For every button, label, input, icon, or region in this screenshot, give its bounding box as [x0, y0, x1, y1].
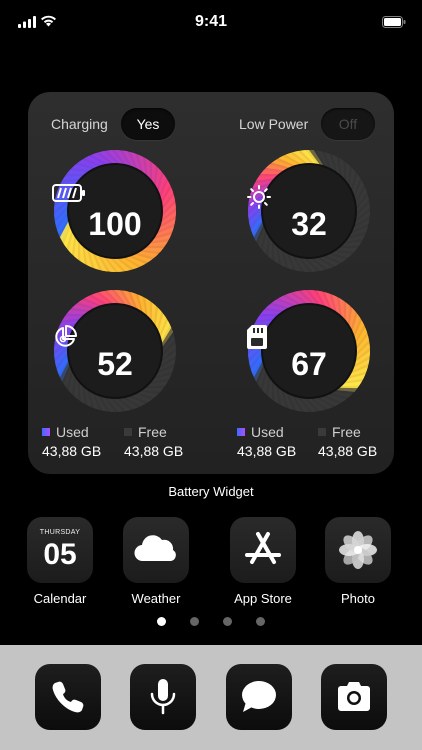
- dock-phone[interactable]: [35, 664, 101, 730]
- used-legend-right: Used 43,88 GB: [237, 424, 296, 459]
- app-label: Calendar: [33, 591, 87, 606]
- phone-icon: [52, 681, 84, 713]
- gauge-value: 67: [291, 346, 327, 382]
- page-dot[interactable]: [157, 617, 166, 626]
- app-label: App Store: [234, 591, 292, 606]
- dock: [0, 645, 422, 750]
- page-dot[interactable]: [190, 617, 199, 626]
- calendar-icon[interactable]: THURSDAY 05: [27, 517, 93, 583]
- message-icon: [242, 681, 276, 712]
- used-swatch: [42, 428, 50, 437]
- gauge-value: 100: [88, 206, 142, 242]
- free-swatch: [124, 428, 132, 437]
- app-label: Photo: [341, 591, 375, 606]
- dock-messages[interactable]: [226, 664, 292, 730]
- used-swatch: [237, 428, 245, 437]
- gauge-value: 32: [291, 206, 327, 242]
- dock-camera[interactable]: [321, 664, 387, 730]
- app-app-store[interactable]: App Store: [230, 517, 296, 606]
- calendar-weekday: THURSDAY: [39, 529, 81, 536]
- app-tile[interactable]: [230, 517, 296, 583]
- free-legend-left: Free 43,88 GB: [124, 424, 183, 459]
- free-label: Free: [332, 424, 361, 440]
- status-bar: 9:41: [0, 0, 422, 44]
- camera-icon: [338, 682, 370, 711]
- battery-icon: [52, 184, 85, 202]
- storage-gauge: 52: [52, 288, 178, 414]
- free-swatch: [318, 428, 326, 437]
- page-dot[interactable]: [256, 617, 265, 626]
- flower-icon: [339, 531, 377, 569]
- sd-card-gauge: 67: [246, 288, 372, 414]
- widget-caption: Battery Widget: [168, 484, 254, 499]
- app-weather[interactable]: Weather: [123, 517, 189, 606]
- status-battery-icon: [382, 16, 406, 28]
- page-indicator[interactable]: [0, 617, 422, 629]
- low-power-toggle[interactable]: Off: [321, 108, 375, 140]
- low-power-label: Low Power: [239, 116, 309, 132]
- used-label: Used: [56, 424, 89, 440]
- microphone-icon: [150, 679, 176, 715]
- app-store-icon: [245, 532, 281, 564]
- status-time: 9:41: [194, 13, 228, 30]
- free-value: 43,88 GB: [318, 443, 378, 459]
- used-legend-left: Used 43,88 GB: [42, 424, 101, 459]
- cloud-icon: [134, 535, 176, 562]
- charging-label: Charging: [51, 116, 108, 132]
- used-label: Used: [251, 424, 284, 440]
- used-value: 43,88 GB: [237, 443, 297, 459]
- free-label: Free: [138, 424, 167, 440]
- app-calendar[interactable]: THURSDAY 05 Calendar: [27, 517, 93, 606]
- page-dot[interactable]: [223, 617, 232, 626]
- charging-toggle[interactable]: Yes: [121, 108, 175, 140]
- brightness-gauge: 32: [246, 148, 372, 274]
- used-value: 43,88 GB: [42, 443, 102, 459]
- app-tile[interactable]: [325, 517, 391, 583]
- app-tile[interactable]: [123, 517, 189, 583]
- free-value: 43,88 GB: [124, 443, 184, 459]
- battery-level-gauge: 100: [52, 148, 178, 274]
- calendar-date: 05: [43, 538, 77, 571]
- battery-widget[interactable]: Charging Yes Low Power Off 100 32 52 67 …: [28, 92, 394, 474]
- dock-microphone[interactable]: [130, 664, 196, 730]
- app-photo[interactable]: Photo: [325, 517, 391, 606]
- app-label: Weather: [131, 591, 181, 606]
- free-legend-right: Free 43,88 GB: [318, 424, 377, 459]
- gauge-value: 52: [97, 346, 133, 382]
